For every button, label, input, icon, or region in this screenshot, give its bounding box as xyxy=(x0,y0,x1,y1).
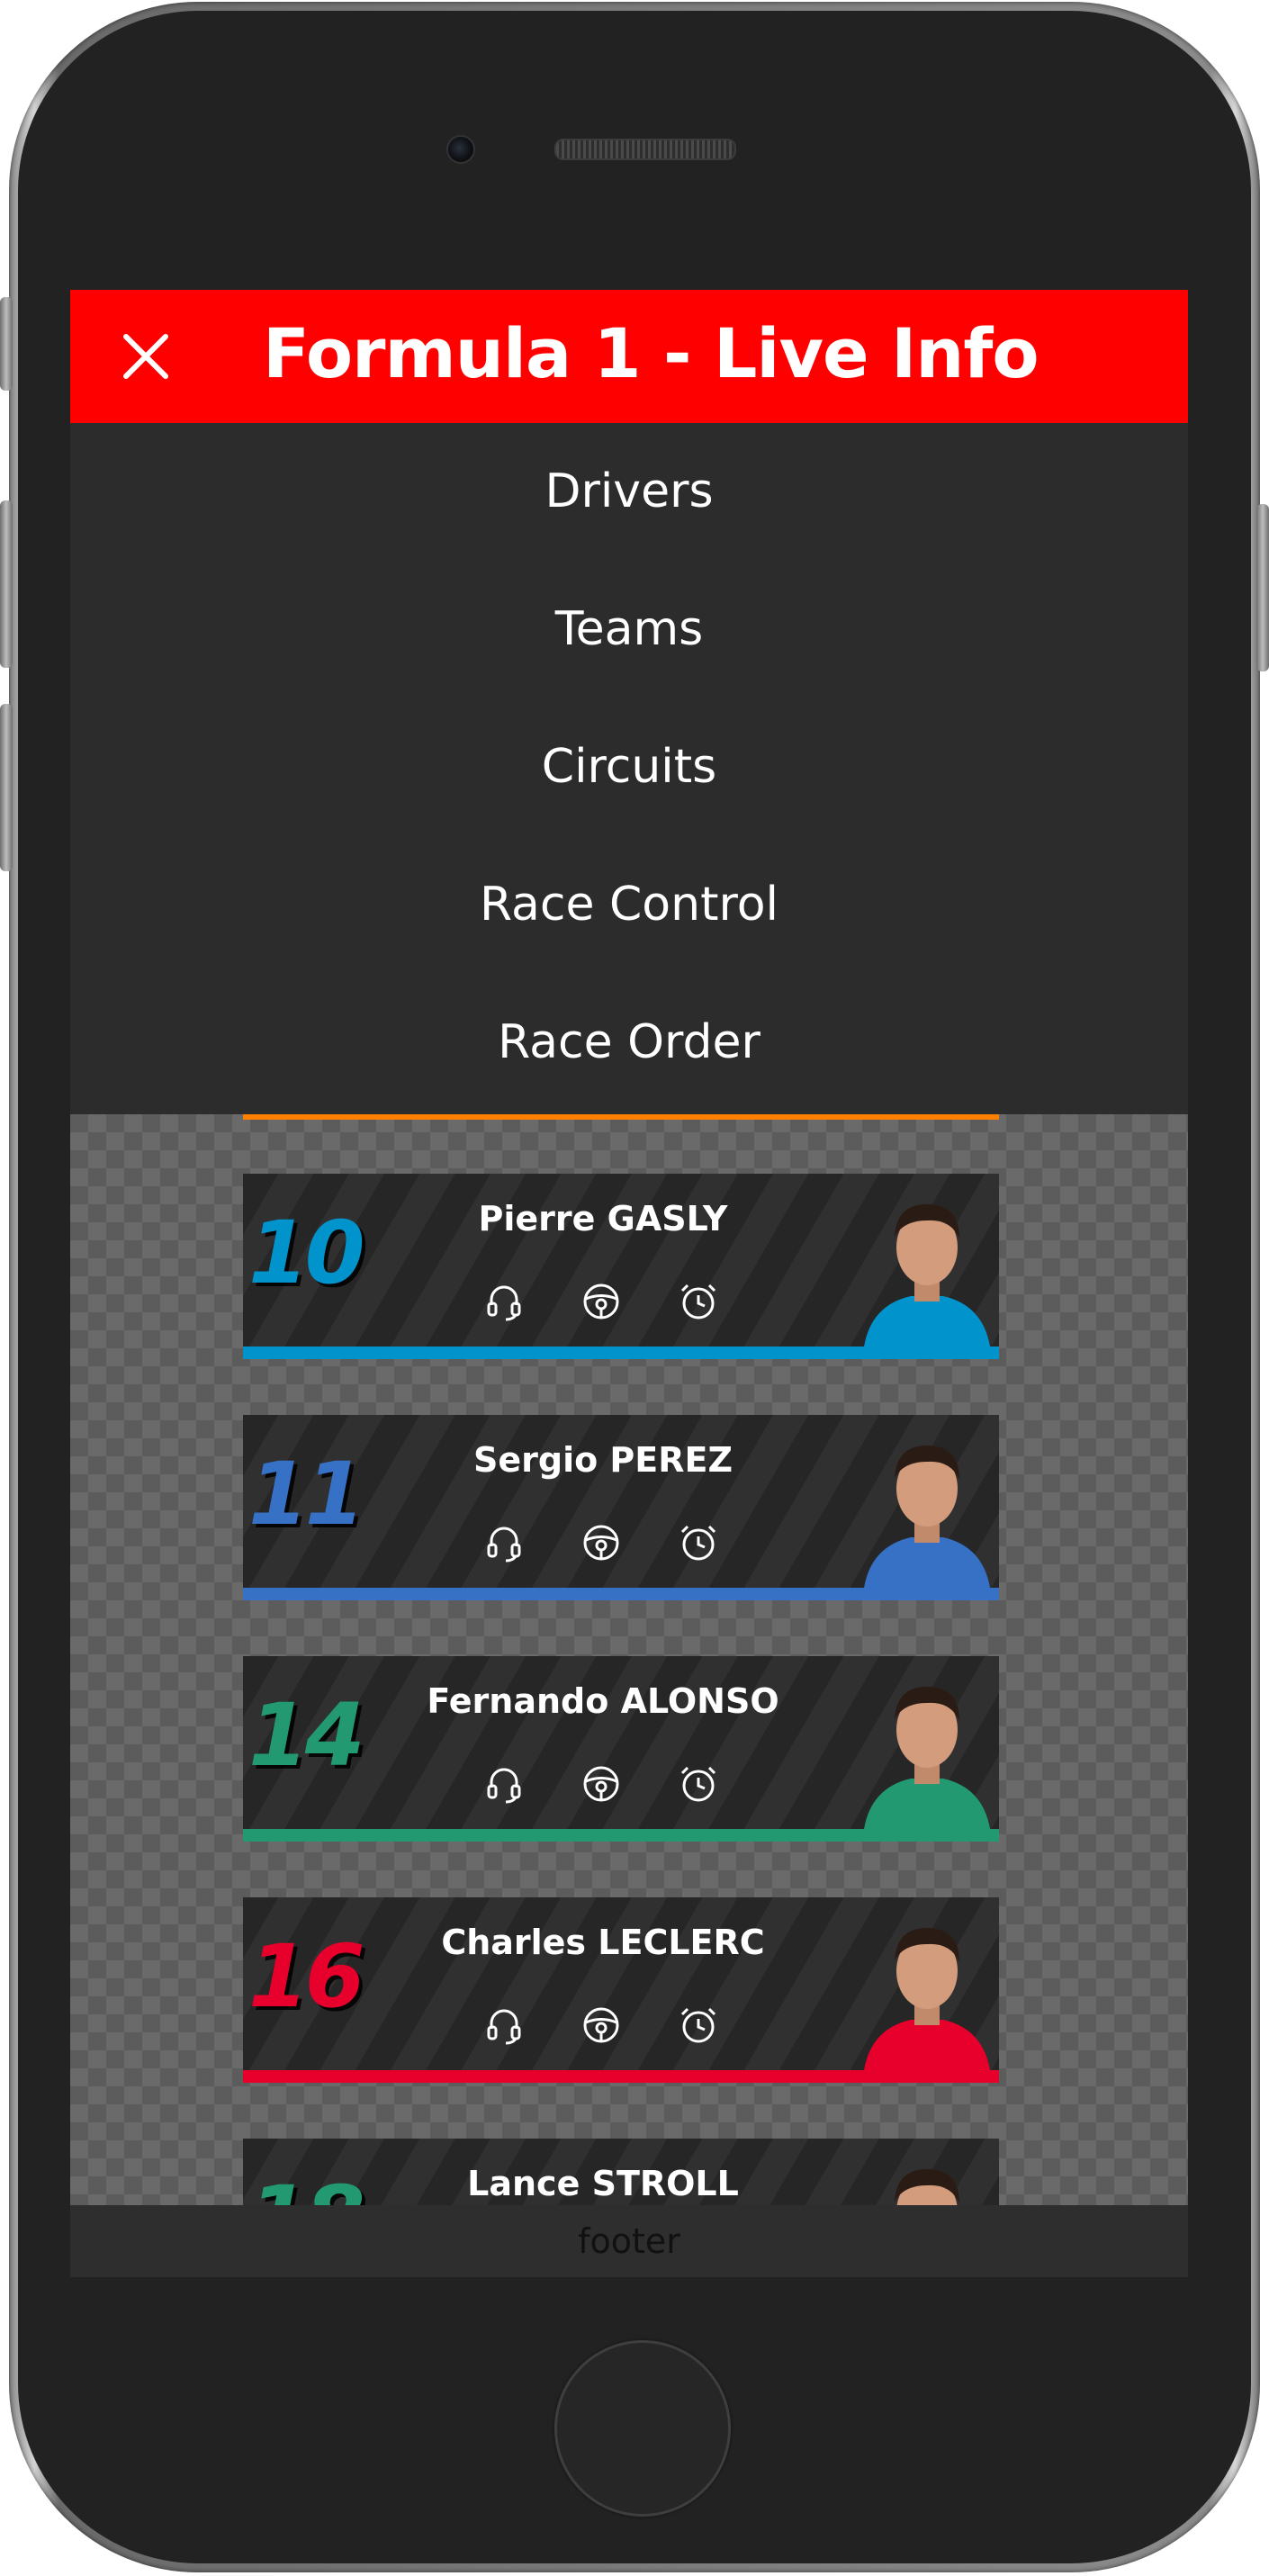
menu-item-circuits[interactable]: Circuits xyxy=(70,698,1188,836)
headset-icon[interactable] xyxy=(482,1280,526,1323)
driver-portrait xyxy=(864,1687,990,1829)
alarm-clock-icon[interactable] xyxy=(677,1521,720,1564)
driver-card[interactable]: 16 Charles LECLERC xyxy=(243,1897,999,2083)
driver-name: Sergio PEREZ xyxy=(472,1440,734,1480)
menu-item-drivers[interactable]: Drivers xyxy=(70,423,1188,561)
headset-icon[interactable] xyxy=(482,1762,526,1806)
driver-icon-row xyxy=(482,2004,725,2054)
team-color-stripe xyxy=(243,1588,999,1600)
mute-switch xyxy=(0,297,13,391)
steering-wheel-icon[interactable] xyxy=(580,1280,623,1323)
home-button[interactable] xyxy=(554,2340,731,2517)
driver-list: 10 Pierre GASLY 11 Sergio PEREZ 14 Ferna… xyxy=(70,1114,1188,2205)
team-color-stripe xyxy=(243,1347,999,1359)
front-camera xyxy=(446,135,475,164)
driver-icon-row xyxy=(482,1762,725,1813)
app-screen: Formula 1 - Live Info Drivers Teams Circ… xyxy=(70,290,1188,2277)
volume-up-button xyxy=(0,500,13,668)
driver-portrait xyxy=(864,1204,990,1347)
menu-item-teams[interactable]: Teams xyxy=(70,561,1188,698)
footer: footer xyxy=(70,2205,1188,2277)
driver-portrait xyxy=(895,2169,959,2205)
list-divider xyxy=(243,1114,999,1120)
headset-icon[interactable] xyxy=(482,1521,526,1564)
driver-name: Fernando ALONSO xyxy=(427,1681,779,1721)
driver-icon-row xyxy=(482,1521,725,1572)
driver-name: Lance STROLL xyxy=(467,2164,739,2203)
driver-card[interactable]: 10 Pierre GASLY xyxy=(243,1174,999,1359)
driver-icon-row xyxy=(482,1280,725,1330)
close-icon[interactable] xyxy=(119,329,173,383)
steering-wheel-icon[interactable] xyxy=(580,2004,623,2047)
headset-icon[interactable] xyxy=(482,2004,526,2047)
alarm-clock-icon[interactable] xyxy=(677,1280,720,1323)
alarm-clock-icon[interactable] xyxy=(677,2004,720,2047)
team-color-stripe xyxy=(243,2070,999,2083)
driver-card[interactable]: 14 Fernando ALONSO xyxy=(243,1656,999,1842)
nav-menu: Drivers Teams Circuits Race Control Race… xyxy=(70,423,1188,1114)
power-button xyxy=(1256,504,1269,671)
driver-name: Charles LECLERC xyxy=(441,1923,765,1962)
driver-portrait xyxy=(864,1928,990,2070)
driver-card[interactable]: 18 Lance STROLL xyxy=(243,2139,999,2205)
team-color-stripe xyxy=(243,1829,999,1842)
app-title: Formula 1 - Live Info xyxy=(263,313,1040,393)
menu-item-race-order[interactable]: Race Order xyxy=(70,974,1188,1112)
volume-down-button xyxy=(0,704,13,871)
steering-wheel-icon[interactable] xyxy=(580,1762,623,1806)
driver-card[interactable]: 11 Sergio PEREZ xyxy=(243,1415,999,1600)
menu-item-race-control[interactable]: Race Control xyxy=(70,836,1188,974)
app-header: Formula 1 - Live Info xyxy=(70,290,1188,423)
driver-name: Pierre GASLY xyxy=(478,1199,728,1238)
driver-portrait xyxy=(864,1446,990,1588)
earpiece-speaker xyxy=(554,139,736,160)
alarm-clock-icon[interactable] xyxy=(677,1762,720,1806)
steering-wheel-icon[interactable] xyxy=(580,1521,623,1564)
